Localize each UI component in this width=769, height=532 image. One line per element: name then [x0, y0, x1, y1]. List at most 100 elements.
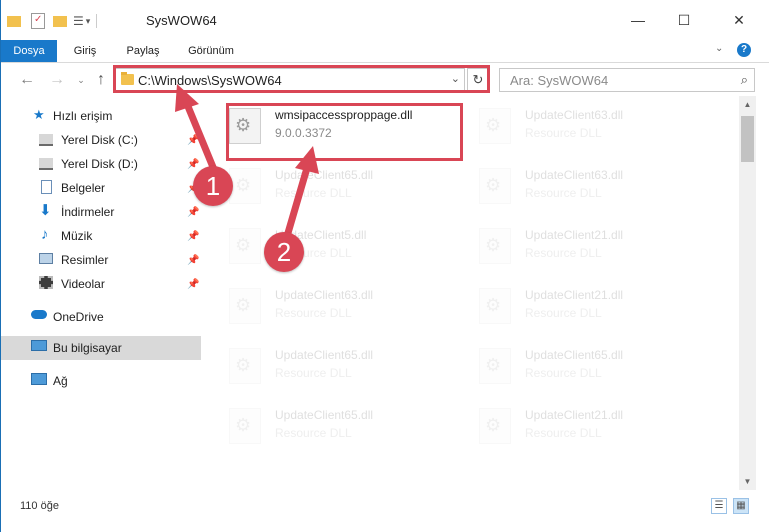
- pin-icon[interactable]: 📌: [187, 135, 199, 146]
- file-item[interactable]: UpdateClient63.dll Resource DLL: [455, 156, 695, 210]
- sidebar-item-videos[interactable]: Videolar 📌: [1, 272, 201, 296]
- pin-icon[interactable]: 📌: [187, 231, 199, 242]
- maximize-button[interactable]: ☐: [661, 0, 707, 40]
- file-name: UpdateClient65.dll: [275, 408, 374, 422]
- vertical-scrollbar[interactable]: ▲ ▼: [739, 96, 756, 490]
- view-options-icon[interactable]: ☰: [73, 14, 84, 28]
- dll-file-icon: [479, 288, 511, 324]
- dll-file-icon: [229, 408, 261, 444]
- file-item[interactable]: UpdateClient21.dll Resource DLL: [455, 396, 695, 450]
- dll-file-icon: [479, 108, 511, 144]
- search-icon: ⌕: [740, 72, 748, 87]
- customize-chevron-icon[interactable]: ▾: [86, 16, 91, 27]
- tab-share[interactable]: Paylaş: [119, 40, 167, 62]
- music-note-icon: ♪: [41, 226, 49, 243]
- sidebar-item-documents[interactable]: Belgeler 📌: [1, 176, 201, 200]
- large-icons-view-icon[interactable]: ▦: [733, 498, 749, 514]
- file-name: UpdateClient21.dll: [525, 288, 624, 302]
- sidebar-item-onedrive[interactable]: OneDrive: [1, 305, 201, 329]
- download-arrow-icon: ⬇: [39, 202, 52, 219]
- scroll-up-icon[interactable]: ▲: [739, 96, 756, 113]
- picture-icon: [39, 253, 53, 264]
- expand-ribbon-icon[interactable]: ⌄: [715, 43, 723, 54]
- file-name: UpdateClient65.dll: [275, 168, 374, 182]
- file-description: Resource DLL: [525, 126, 602, 140]
- tab-view[interactable]: Görünüm: [181, 40, 241, 62]
- step-1-badge: 1: [193, 166, 233, 206]
- file-description: Resource DLL: [275, 426, 352, 440]
- computer-icon: [31, 340, 47, 351]
- drive-icon: [39, 158, 53, 170]
- sidebar-item-local-disk-c[interactable]: Yerel Disk (C:) 📌: [1, 128, 201, 152]
- step-2-badge: 2: [264, 232, 304, 272]
- ribbon-tabs: Dosya Giriş Paylaş Görünüm ⌄ ?: [1, 40, 769, 63]
- pin-icon[interactable]: 📌: [187, 207, 199, 218]
- help-icon[interactable]: ?: [737, 43, 751, 57]
- file-name: UpdateClient63.dll: [275, 288, 374, 302]
- sidebar-item-label: Ağ: [53, 374, 68, 388]
- tab-file[interactable]: Dosya: [1, 40, 57, 62]
- file-item[interactable]: UpdateClient65.dll Resource DLL: [205, 396, 445, 450]
- file-item[interactable]: UpdateClient63.dll Resource DLL: [205, 276, 445, 330]
- file-description: Resource DLL: [525, 366, 602, 380]
- file-name: UpdateClient63.dll: [525, 108, 624, 122]
- file-description: Resource DLL: [275, 306, 352, 320]
- sidebar-item-downloads[interactable]: ⬇ İndirmeler 📌: [1, 200, 201, 224]
- forward-arrow-icon[interactable]: →: [47, 70, 67, 90]
- file-name: UpdateClient65.dll: [525, 348, 624, 362]
- dll-file-icon: [229, 228, 261, 264]
- sidebar-item-local-disk-d[interactable]: Yerel Disk (D:) 📌: [1, 152, 201, 176]
- item-count: 110 öğe: [20, 500, 59, 512]
- file-item[interactable]: UpdateClient21.dll Resource DLL: [455, 276, 695, 330]
- dll-file-icon: [229, 168, 261, 204]
- file-name: UpdateClient21.dll: [525, 228, 624, 242]
- dll-file-icon: [479, 348, 511, 384]
- file-description: Resource DLL: [525, 426, 602, 440]
- minimize-button[interactable]: —: [615, 0, 661, 40]
- sidebar-item-network[interactable]: Ağ: [1, 369, 201, 393]
- sidebar-item-label: Belgeler: [61, 181, 106, 195]
- file-item[interactable]: UpdateClient65.dll Resource DLL: [205, 336, 445, 390]
- file-item[interactable]: UpdateClient65.dll Resource DLL: [205, 156, 445, 210]
- pin-icon[interactable]: 📌: [187, 159, 199, 170]
- recent-locations-chevron-icon[interactable]: ⌄: [71, 70, 91, 90]
- search-input[interactable]: Ara: SysWOW64 ⌕: [499, 68, 755, 92]
- sidebar-item-label: OneDrive: [53, 310, 104, 324]
- sidebar-item-this-pc[interactable]: Bu bilgisayar: [1, 336, 201, 360]
- pin-icon[interactable]: 📌: [187, 279, 199, 290]
- file-description: Resource DLL: [525, 246, 602, 260]
- file-name: UpdateClient65.dll: [275, 348, 374, 362]
- sidebar-item-label: Resimler: [61, 253, 109, 267]
- sidebar-item-music[interactable]: ♪ Müzik 📌: [1, 224, 201, 248]
- file-item[interactable]: UpdateClient21.dll Resource DLL: [455, 216, 695, 270]
- new-folder-icon[interactable]: [53, 15, 67, 27]
- back-arrow-icon[interactable]: ←: [17, 70, 37, 90]
- tab-home[interactable]: Giriş: [65, 40, 105, 62]
- details-view-icon[interactable]: ☰: [711, 498, 727, 514]
- quick-access-toolbar: ✓ ☰ ▾: [7, 12, 98, 30]
- scroll-down-icon[interactable]: ▼: [739, 473, 756, 490]
- film-icon: [39, 276, 53, 289]
- file-description: Resource DLL: [275, 366, 352, 380]
- dll-file-icon: [479, 168, 511, 204]
- scroll-thumb[interactable]: [741, 116, 754, 162]
- sidebar-item-quick-access[interactable]: ★ Hızlı erişim: [1, 104, 201, 128]
- up-arrow-icon[interactable]: ↑: [91, 70, 111, 90]
- explorer-window: ✓ ☰ ▾ SysWOW64 — ☐ ✕ Dosya Giriş Paylaş …: [0, 0, 769, 532]
- file-item[interactable]: UpdateClient63.dll Resource DLL: [455, 96, 695, 150]
- file-item[interactable]: UpdateClient5.dll Resource DLL: [205, 216, 445, 270]
- sidebar-item-label: Yerel Disk (D:): [61, 157, 138, 171]
- sidebar-item-label: Bu bilgisayar: [53, 341, 122, 355]
- properties-icon[interactable]: ✓: [31, 13, 45, 29]
- pin-icon[interactable]: 📌: [187, 255, 199, 266]
- file-description: Resource DLL: [525, 186, 602, 200]
- file-item[interactable]: UpdateClient65.dll Resource DLL: [455, 336, 695, 390]
- document-icon: [41, 180, 52, 194]
- file-name: UpdateClient21.dll: [525, 408, 624, 422]
- close-button[interactable]: ✕: [716, 0, 762, 40]
- file-name: UpdateClient63.dll: [525, 168, 624, 182]
- file-description: Resource DLL: [275, 186, 352, 200]
- sidebar-item-pictures[interactable]: Resimler 📌: [1, 248, 201, 272]
- network-icon: [31, 373, 47, 385]
- status-bar: 110 öğe ☰ ▦: [1, 490, 769, 532]
